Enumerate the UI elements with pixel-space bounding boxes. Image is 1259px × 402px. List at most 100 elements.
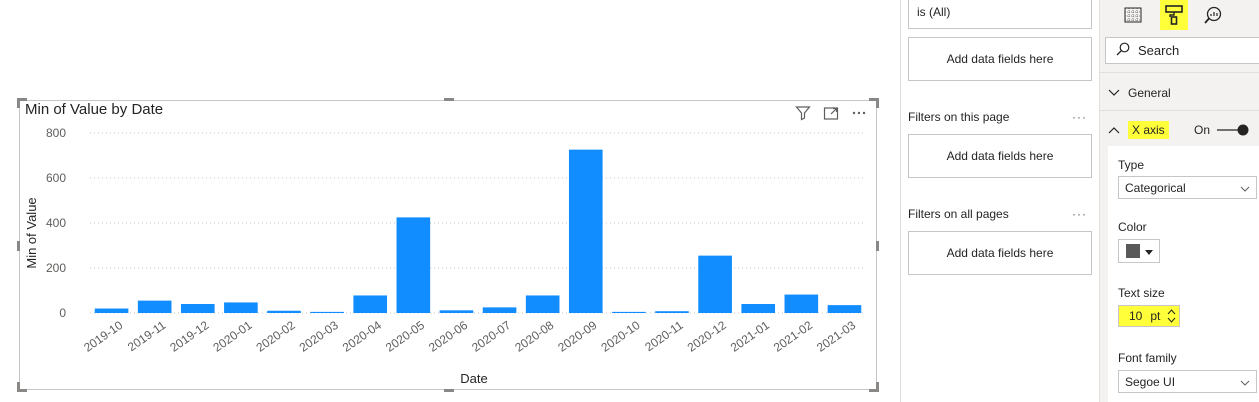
caret-down-icon [1144, 242, 1153, 260]
general-card-label: General [1128, 86, 1171, 100]
y-tick-label: 400 [46, 216, 66, 230]
filter-icon[interactable] [794, 104, 812, 122]
text-size-value: 10 [1129, 309, 1143, 323]
report-canvas[interactable]: 0 200 400 600 800 2019-10 2019-11 2019-12 2020-0… [0, 0, 900, 402]
y-tick-label: 800 [46, 126, 66, 140]
add-data-fields-all-pages[interactable]: Add data fields here [908, 231, 1092, 275]
x-tick-label: 2020-07 [469, 318, 513, 355]
bar[interactable] [741, 304, 776, 313]
bar[interactable] [396, 217, 431, 313]
xaxis-card-body: Type Categorical Color Text size 10 pt F… [1108, 146, 1259, 402]
format-paint-roller-icon[interactable] [1160, 0, 1188, 30]
x-tick-label: 2020-11 [642, 318, 686, 354]
search-input[interactable] [1138, 43, 1238, 58]
more-options-icon[interactable] [850, 104, 868, 122]
text-size-input[interactable]: 10 pt [1118, 305, 1180, 327]
more-options-all-filters[interactable]: ··· [1072, 207, 1087, 221]
filters-on-this-page-label: Filters on this page [908, 110, 1010, 124]
x-tick-label: 2020-06 [426, 318, 470, 355]
chevron-down-icon [1108, 86, 1120, 100]
y-tick-label: 600 [46, 171, 66, 185]
bar[interactable] [612, 311, 646, 313]
filters-pane: is (All) Add data fields here Filters on… [900, 0, 1099, 402]
bar[interactable] [180, 304, 215, 313]
focus-mode-icon[interactable] [822, 104, 840, 122]
bar[interactable] [310, 311, 344, 313]
text-size-unit: pt [1150, 309, 1161, 323]
xaxis-card-label: X axis [1128, 121, 1169, 139]
text-size-stepper[interactable] [1167, 307, 1176, 325]
toggle-switch[interactable] [1216, 123, 1250, 137]
pane-tabs [1100, 0, 1259, 30]
x-tick-label: 2019-11 [125, 318, 169, 354]
type-dropdown[interactable]: Categorical [1118, 176, 1257, 199]
x-tick-label: 2019-10 [81, 318, 125, 355]
filters-on-all-pages-label: Filters on all pages [908, 207, 1009, 221]
xaxis-toggle[interactable]: On [1194, 123, 1250, 137]
resize-handle-bottom[interactable] [444, 389, 454, 392]
bar-chart-visual[interactable]: 0 200 400 600 800 2019-10 2019-11 2019-12 2020-0… [17, 98, 879, 392]
bar[interactable] [827, 305, 862, 313]
bar[interactable] [698, 255, 732, 313]
bar[interactable] [655, 311, 689, 313]
x-tick-label: 2020-09 [555, 318, 599, 355]
y-tick-label: 200 [46, 261, 66, 275]
add-data-fields-visual[interactable]: Add data fields here [908, 37, 1092, 81]
x-tick-label: 2020-04 [340, 318, 384, 355]
filter-card[interactable]: is (All) [908, 0, 1092, 29]
y-axis-title: Min of Value [24, 197, 39, 268]
resize-handle-right[interactable] [876, 241, 879, 251]
x-axis-title: Date [460, 371, 487, 386]
bar[interactable] [353, 295, 388, 313]
bar[interactable] [525, 295, 560, 313]
bar[interactable] [137, 300, 172, 313]
color-picker[interactable] [1118, 239, 1160, 263]
chevron-up-icon[interactable] [1167, 307, 1176, 316]
chevron-down-icon[interactable] [1167, 316, 1176, 325]
bar[interactable] [94, 308, 129, 314]
x-tick-label: 2020-08 [512, 318, 556, 355]
font-family-label: Font family [1118, 351, 1177, 365]
add-data-fields-page[interactable]: Add data fields here [908, 134, 1092, 178]
bar[interactable] [568, 149, 603, 313]
more-options-page-filters[interactable]: ··· [1072, 110, 1087, 124]
bar[interactable] [224, 302, 258, 313]
visualizations-pane: General X axis On Type Categorical Color [1099, 0, 1259, 402]
divider [1100, 72, 1259, 73]
analytics-magnifier-icon[interactable] [1200, 2, 1226, 28]
resize-handle-top-right[interactable] [876, 98, 879, 108]
type-dropdown-value: Categorical [1125, 180, 1186, 195]
search-icon [1116, 42, 1130, 59]
y-tick-label: 0 [59, 306, 66, 320]
x-tick-label: 2021-03 [814, 318, 858, 355]
bar[interactable] [439, 310, 474, 313]
visual-header [794, 104, 868, 122]
chart-title: Min of Value by Date [25, 101, 164, 118]
resize-handle-bottom-right[interactable] [876, 382, 879, 392]
bar[interactable] [482, 307, 517, 313]
chevron-down-icon [1240, 375, 1250, 389]
color-label: Color [1118, 220, 1147, 234]
bar[interactable] [267, 310, 301, 313]
bar[interactable] [784, 294, 819, 313]
xaxis-card-header[interactable]: X axis On [1100, 115, 1259, 145]
color-swatch [1125, 244, 1140, 258]
x-tick-label: 2020-03 [297, 318, 341, 355]
chevron-down-icon [1240, 181, 1250, 195]
filter-card-value: is (All) [917, 5, 951, 19]
x-tick-label: 2020-05 [383, 318, 427, 355]
general-card-header[interactable]: General [1100, 78, 1259, 108]
x-tick-label: 2020-12 [685, 318, 729, 355]
chevron-up-icon [1108, 123, 1120, 137]
x-tick-label: 2020-10 [598, 318, 642, 355]
font-family-value: Segoe UI [1125, 374, 1176, 389]
font-family-dropdown[interactable]: Segoe UI [1118, 370, 1257, 393]
x-tick-label: 2019-12 [167, 318, 211, 355]
x-tick-label: 2021-01 [728, 318, 772, 355]
x-tick-label: 2021-02 [771, 318, 815, 355]
search-input-box[interactable] [1105, 37, 1259, 64]
chart-plot: 02004006008002019-10 2019-112019-122020-0… [24, 126, 866, 386]
x-tick-label: 2020-01 [210, 318, 254, 355]
x-tick-label: 2020-02 [254, 318, 298, 355]
fields-tab-icon[interactable] [1120, 2, 1146, 28]
